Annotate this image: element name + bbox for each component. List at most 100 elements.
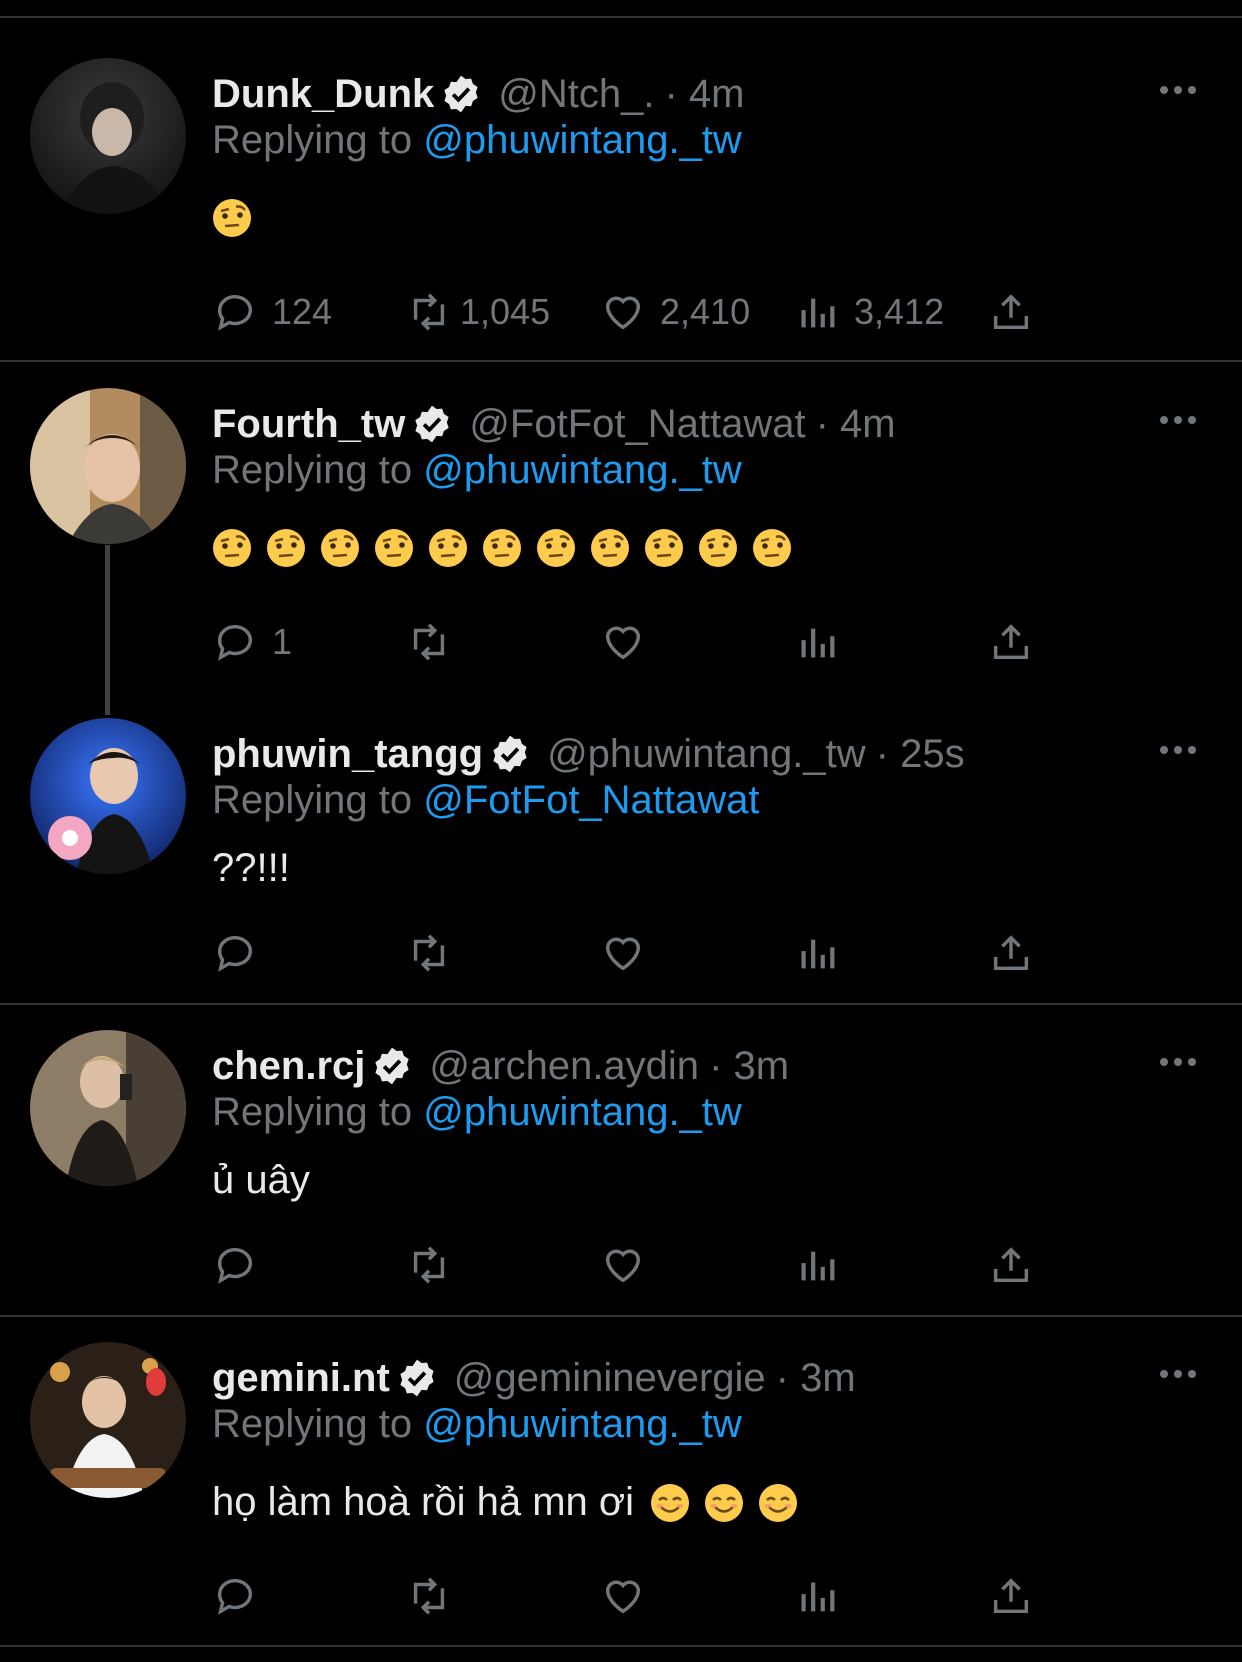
reply-button[interactable] xyxy=(212,1571,258,1621)
face-with-raised-eyebrow-emoji xyxy=(591,529,629,567)
retweet-icon xyxy=(413,293,445,331)
retweet-count: 1,045 xyxy=(460,291,551,332)
reply-count: 124 xyxy=(272,291,333,332)
share-button[interactable] xyxy=(988,287,1034,337)
verified-badge-icon xyxy=(415,405,449,443)
replying-prefix: Replying to xyxy=(212,448,424,492)
views-button[interactable] xyxy=(794,617,854,667)
views-button[interactable] xyxy=(794,1571,840,1621)
handle[interactable]: @archen.aydin xyxy=(429,1044,699,1089)
smiling-face-with-smiling-eyes-emoji xyxy=(651,1483,689,1522)
retweet-button[interactable] xyxy=(406,928,452,978)
like-button[interactable] xyxy=(600,1571,646,1621)
avatar[interactable] xyxy=(30,58,186,214)
share-button[interactable] xyxy=(988,1571,1034,1621)
more-icon[interactable] xyxy=(1158,80,1198,100)
face-with-raised-eyebrow-emoji xyxy=(213,529,251,567)
handle[interactable]: @phuwintang._tw xyxy=(547,732,866,777)
retweet-icon xyxy=(413,934,445,972)
avatar[interactable] xyxy=(30,1342,186,1498)
views-icon xyxy=(801,1251,835,1281)
tweet-header: phuwin_tangg @phuwintang._tw · 25s xyxy=(212,728,965,780)
views-count: 3,412 xyxy=(854,291,945,332)
retweet-button[interactable] xyxy=(406,1571,452,1621)
heart-icon xyxy=(605,296,641,330)
views-button[interactable] xyxy=(794,928,840,978)
retweet-button[interactable] xyxy=(406,617,466,667)
mention-link[interactable]: @FotFot_Nattawat xyxy=(423,778,759,822)
display-name[interactable]: phuwin_tangg xyxy=(212,732,483,777)
face-with-raised-eyebrow-emoji xyxy=(321,529,359,567)
verified-badge-icon xyxy=(444,75,478,113)
tweet-header: Dunk_Dunk @Ntch_. · 4m xyxy=(212,68,744,120)
like-count: 2,410 xyxy=(660,291,751,332)
replying-prefix: Replying to xyxy=(212,118,424,162)
share-button[interactable] xyxy=(988,928,1034,978)
face-with-raised-eyebrow-emoji xyxy=(753,529,791,567)
smiling-face-with-smiling-eyes-emoji xyxy=(705,1483,743,1522)
tweet-actions xyxy=(212,928,1112,978)
timestamp: · 4m xyxy=(664,71,745,116)
reply-icon xyxy=(217,936,253,972)
views-button[interactable] xyxy=(794,1240,840,1290)
tweet-divider xyxy=(0,360,1242,362)
reply-count: 1 xyxy=(272,621,293,662)
views-button[interactable]: 3,412 xyxy=(794,287,944,337)
retweet-icon xyxy=(413,1246,445,1284)
share-button[interactable] xyxy=(988,1240,1034,1290)
share-button[interactable] xyxy=(988,617,1034,667)
tweet-actions xyxy=(212,1571,1112,1621)
handle[interactable]: @FotFot_Nattawat xyxy=(469,402,805,447)
replying-to: Replying to @FotFot_Nattawat xyxy=(212,778,760,823)
tweet-header: Fourth_tw @FotFot_Nattawat · 4m xyxy=(212,398,896,450)
display-name[interactable]: Fourth_tw xyxy=(212,402,405,447)
tweet-header: gemini.nt @gemininevergie · 3m xyxy=(212,1352,856,1404)
more-icon[interactable] xyxy=(1158,1052,1198,1072)
mention-link[interactable]: @phuwintang._tw xyxy=(423,1402,742,1446)
views-icon xyxy=(801,298,835,328)
mention-link[interactable]: @phuwintang._tw xyxy=(423,1090,742,1134)
avatar[interactable] xyxy=(30,388,186,544)
tweet-actions: 1 xyxy=(212,617,1112,667)
heart-icon xyxy=(605,1580,641,1614)
reply-button[interactable]: 124 xyxy=(212,287,332,337)
avatar[interactable] xyxy=(30,1030,186,1186)
face-with-raised-eyebrow-emoji xyxy=(537,529,575,567)
like-button[interactable] xyxy=(600,617,660,667)
mention-link[interactable]: @phuwintang._tw xyxy=(423,448,742,492)
tweet-emoji-row xyxy=(212,528,792,568)
display-name[interactable]: chen.rcj xyxy=(212,1044,365,1089)
more-icon[interactable] xyxy=(1158,1364,1198,1384)
like-button[interactable]: 2,410 xyxy=(600,287,750,337)
avatar[interactable] xyxy=(30,718,186,874)
reply-button[interactable]: 1 xyxy=(212,617,292,667)
tweet-text: ủ uây xyxy=(212,1158,310,1202)
handle[interactable]: @gemininevergie xyxy=(454,1356,766,1401)
retweet-button[interactable]: 1,045 xyxy=(406,287,550,337)
replying-prefix: Replying to xyxy=(212,1090,424,1134)
handle[interactable]: @Ntch_. xyxy=(498,72,654,117)
views-icon xyxy=(801,628,835,658)
tweet-emoji-row xyxy=(212,198,252,238)
thread-connector xyxy=(105,545,110,715)
reply-icon xyxy=(217,1579,253,1615)
views-icon xyxy=(801,939,835,969)
like-button[interactable] xyxy=(600,1240,646,1290)
display-name[interactable]: gemini.nt xyxy=(212,1356,390,1401)
replying-to: Replying to @phuwintang._tw xyxy=(212,118,742,163)
replying-to: Replying to @phuwintang._tw xyxy=(212,1090,742,1135)
display-name[interactable]: Dunk_Dunk xyxy=(212,72,434,117)
mention-link[interactable]: @phuwintang._tw xyxy=(423,118,742,162)
share-icon xyxy=(993,1247,1029,1283)
retweet-button[interactable] xyxy=(406,1240,452,1290)
tweet-text: ??!!! xyxy=(212,846,290,890)
more-icon[interactable] xyxy=(1158,740,1198,760)
more-icon[interactable] xyxy=(1158,410,1198,430)
verified-badge-icon xyxy=(375,1047,410,1085)
reply-icon xyxy=(217,295,253,331)
reply-button[interactable] xyxy=(212,1240,258,1290)
share-icon xyxy=(993,624,1029,660)
reply-button[interactable] xyxy=(212,928,258,978)
like-button[interactable] xyxy=(600,928,646,978)
face-with-raised-eyebrow-emoji xyxy=(213,199,251,237)
